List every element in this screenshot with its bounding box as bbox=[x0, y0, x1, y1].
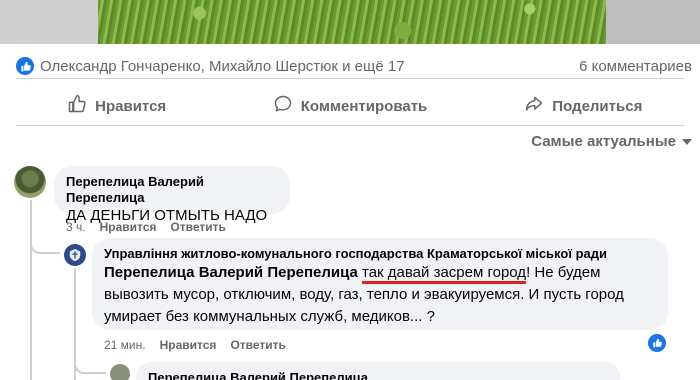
speech-bubble-icon bbox=[273, 94, 293, 118]
like-reaction-icon[interactable] bbox=[648, 334, 666, 352]
share-button-label: Поделиться bbox=[552, 97, 643, 115]
coat-of-arms-icon bbox=[69, 248, 81, 262]
comment-author[interactable]: Перепелица Валерий Перепелица bbox=[66, 174, 278, 206]
avatar[interactable] bbox=[14, 166, 46, 198]
comment-like-button[interactable]: Нравится bbox=[160, 338, 217, 352]
highlighted-text: так давай засрем город bbox=[362, 264, 527, 284]
share-button[interactable]: Поделиться bbox=[467, 86, 700, 126]
chevron-down-icon bbox=[682, 138, 692, 145]
avatar[interactable] bbox=[64, 244, 86, 266]
comment-meta: 21 мин. Нравится Ответить bbox=[104, 338, 286, 352]
divider bbox=[16, 125, 684, 126]
comment-meta: 3 ч. Нравится Ответить bbox=[66, 220, 226, 234]
comment-bubble: Перепелица Валерий Перепелица ДА ДЕНЬГИ … bbox=[54, 166, 290, 224]
like-button-label: Нравится bbox=[95, 97, 167, 115]
comment-like-button[interactable]: Нравится bbox=[100, 220, 157, 234]
reactors-link[interactable]: Олександр Гончаренко, Михайло Шерстюк и … bbox=[40, 58, 405, 75]
avatar[interactable] bbox=[110, 364, 130, 380]
post-photo-area[interactable] bbox=[0, 0, 700, 44]
comment-timestamp[interactable]: 21 мин. bbox=[104, 338, 146, 352]
comment-timestamp[interactable]: 3 ч. bbox=[66, 220, 86, 234]
comment-button-label: Комментировать bbox=[300, 97, 428, 115]
mentioned-user-tag[interactable]: Перепелица Валерий Перепелица bbox=[104, 264, 358, 281]
comment-author[interactable]: Перепелица Валерий Перепелица bbox=[148, 370, 608, 380]
comment-button[interactable]: Комментировать bbox=[233, 86, 466, 126]
like-reaction-icon bbox=[16, 57, 34, 75]
comment-sort-dropdown[interactable]: Самые актуальные bbox=[531, 133, 692, 150]
divider bbox=[16, 78, 684, 79]
comment-author[interactable]: Управління житлово-комунального господар… bbox=[104, 246, 656, 262]
comment-text: Перепелица Валерий Перепелица так давай … bbox=[104, 262, 656, 328]
thread-line bbox=[30, 200, 32, 380]
comments-count-link[interactable]: 6 комментариев bbox=[579, 58, 692, 75]
comment-bubble: Перепелица Валерий Перепелица bbox=[136, 362, 620, 380]
post-image[interactable] bbox=[98, 0, 606, 44]
comment-reply-button[interactable]: Ответить bbox=[230, 338, 285, 352]
thumbs-up-icon bbox=[67, 94, 87, 118]
share-arrow-icon bbox=[524, 94, 544, 118]
like-button[interactable]: Нравится bbox=[0, 86, 233, 126]
post-action-bar: Нравится Комментировать Поделиться bbox=[0, 86, 700, 126]
reactions-summary: Олександр Гончаренко, Михайло Шерстюк и … bbox=[16, 55, 692, 77]
sort-label: Самые актуальные bbox=[531, 133, 676, 150]
thread-connector bbox=[30, 236, 60, 254]
photo-background bbox=[606, 0, 700, 44]
comment-bubble: Управління житлово-комунального господар… bbox=[92, 238, 668, 330]
comment-reply-button[interactable]: Ответить bbox=[170, 220, 225, 234]
thread-connector bbox=[74, 356, 106, 374]
